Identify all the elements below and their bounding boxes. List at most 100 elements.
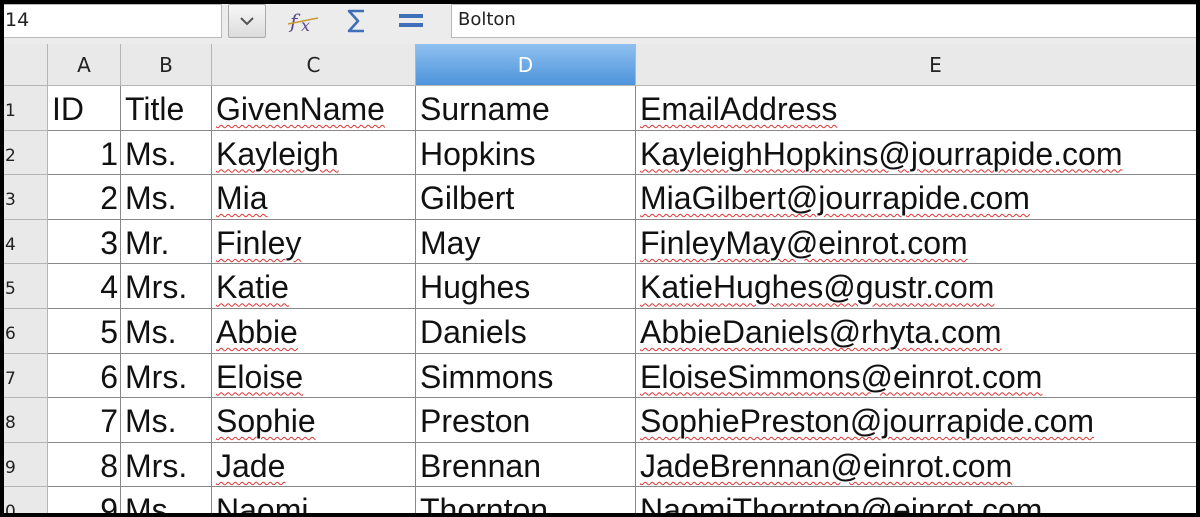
cell-text: EloiseSimmons@einrot.com [640,358,1043,395]
cell-e5[interactable]: KatieHughes@gustr.com [636,264,1196,309]
cell-a5[interactable]: 4 [48,264,121,309]
cell-text: Gilbert [420,180,515,217]
row-header[interactable]: 9 [4,442,48,488]
cell-text: FinleyMay@einrot.com [640,224,968,261]
sum-button[interactable] [342,6,372,36]
cell-text: Kayleigh [216,135,339,172]
cell-e4[interactable]: FinleyMay@einrot.com [636,220,1196,265]
row-header[interactable]: 6 [4,309,48,354]
cell-d2[interactable]: Hopkins [416,130,636,176]
row-header[interactable]: 3 [4,175,48,220]
cell-d5[interactable]: Hughes [416,264,636,309]
cell-text: Eloise [216,358,304,395]
formula-input[interactable]: Bolton [451,4,1196,38]
cell-b9[interactable]: Mrs. [121,442,212,488]
cell-e3[interactable]: MiaGilbert@jourrapide.com [636,175,1196,220]
cell-a8[interactable]: 7 [48,398,121,443]
cell-text: Thornton [420,492,549,513]
cell-e6[interactable]: AbbieDaniels@rhyta.com [636,309,1196,354]
cell-c9[interactable]: Jade [212,442,416,488]
function-button[interactable] [396,6,426,36]
cell-a4[interactable]: 3 [48,219,121,265]
cell-b2[interactable]: Ms. [121,130,212,176]
cell-text: Katie [216,269,289,306]
cell-d6[interactable]: Daniels [416,309,636,354]
column-header-e[interactable]: E [636,44,1196,86]
cell-b4[interactable]: Mr. [121,219,212,265]
cell-b3[interactable]: Ms. [121,175,212,220]
cell-text: ID [52,91,84,127]
cell-c7[interactable]: Eloise [212,353,416,399]
column-header-b[interactable]: B [121,44,212,86]
cell-c0[interactable]: Naomi [212,487,416,513]
cell-text: AbbieDaniels@rhyta.com [640,314,1002,350]
cell-text: Ms. [125,314,177,350]
cell-c1[interactable]: GivenName [212,86,416,131]
cell-text: KatieHughes@gustr.com [640,269,995,306]
cell-e9[interactable]: JadeBrennan@einrot.com [636,443,1196,488]
cell-c2[interactable]: Kayleigh [212,130,416,176]
cell-e8[interactable]: SophiePreston@jourrapide.com [636,398,1196,443]
cell-c3[interactable]: Mia [212,175,416,220]
cell-d4[interactable]: May [416,219,636,265]
cell-d9[interactable]: Brennan [416,442,636,488]
column-header-d[interactable]: D [416,44,636,86]
equals-icon [399,14,423,27]
cell-text: Naomi [216,492,309,513]
cell-d8[interactable]: Preston [416,398,636,443]
chevron-down-icon [240,17,254,26]
cell-a9[interactable]: 8 [48,442,121,488]
cell-text: Preston [420,403,531,440]
row-header[interactable]: 7 [4,353,48,399]
cell-b1[interactable]: Title [121,86,212,131]
cell-a1[interactable]: ID [48,86,121,131]
cell-c5[interactable]: Katie [212,264,416,309]
cell-text: Finley [216,224,302,261]
cell-c8[interactable]: Sophie [212,398,416,443]
cell-e0[interactable]: NaomiThornton@einrot.com [636,487,1196,513]
cell-text: Sophie [216,403,316,440]
column-header-c[interactable]: C [212,44,416,86]
cell-d1[interactable]: Surname [416,86,636,131]
row-header[interactable]: 4 [4,219,48,265]
cell-d0[interactable]: Thornton [416,487,636,513]
cell-e2[interactable]: KayleighHopkins@jourrapide.com [636,131,1196,176]
cell-e7[interactable]: EloiseSimmons@einrot.com [636,354,1196,399]
cell-a3[interactable]: 2 [48,175,121,220]
cell-b8[interactable]: Ms. [121,398,212,443]
cell-c6[interactable]: Abbie [212,309,416,354]
cell-a0[interactable]: 9 [48,487,121,513]
cell-d3[interactable]: Gilbert [416,175,636,220]
cell-text: GivenName [216,91,385,127]
cell-b6[interactable]: Ms. [121,309,212,354]
cell-text: 1 [100,135,118,172]
cell-text: Mia [216,180,268,217]
cell-text: KayleighHopkins@jourrapide.com [640,135,1123,172]
cell-d7[interactable]: Simmons [416,353,636,399]
cell-a7[interactable]: 6 [48,353,121,399]
select-all-corner[interactable] [4,44,48,86]
row-header[interactable]: 5 [4,264,48,309]
cell-text: NaomiThornton@einrot.com [640,492,1043,513]
cell-a6[interactable]: 5 [48,309,121,354]
name-box[interactable]: 14 [4,4,222,38]
cell-text: 5 [100,314,118,350]
cell-text: Mrs. [125,269,188,306]
cell-b5[interactable]: Mrs. [121,264,212,309]
cell-c4[interactable]: Finley [212,219,416,265]
function-wizard-button[interactable]: f x [286,6,320,36]
cell-text: Abbie [216,314,298,350]
cell-text: Title [125,91,185,127]
row-header[interactable]: 8 [4,398,48,443]
cell-text: 9 [100,492,118,513]
column-header-a[interactable]: A [48,44,121,86]
cell-a2[interactable]: 1 [48,130,121,176]
cell-text: 7 [100,403,118,440]
row-header[interactable]: 0 [4,487,48,513]
row-header[interactable]: 1 [4,86,48,131]
cell-b0[interactable]: Ms. [121,487,212,513]
row-header[interactable]: 2 [4,130,48,176]
cell-e1[interactable]: EmailAddress [636,86,1196,131]
name-box-dropdown-button[interactable] [228,4,266,38]
cell-b7[interactable]: Mrs. [121,353,212,399]
